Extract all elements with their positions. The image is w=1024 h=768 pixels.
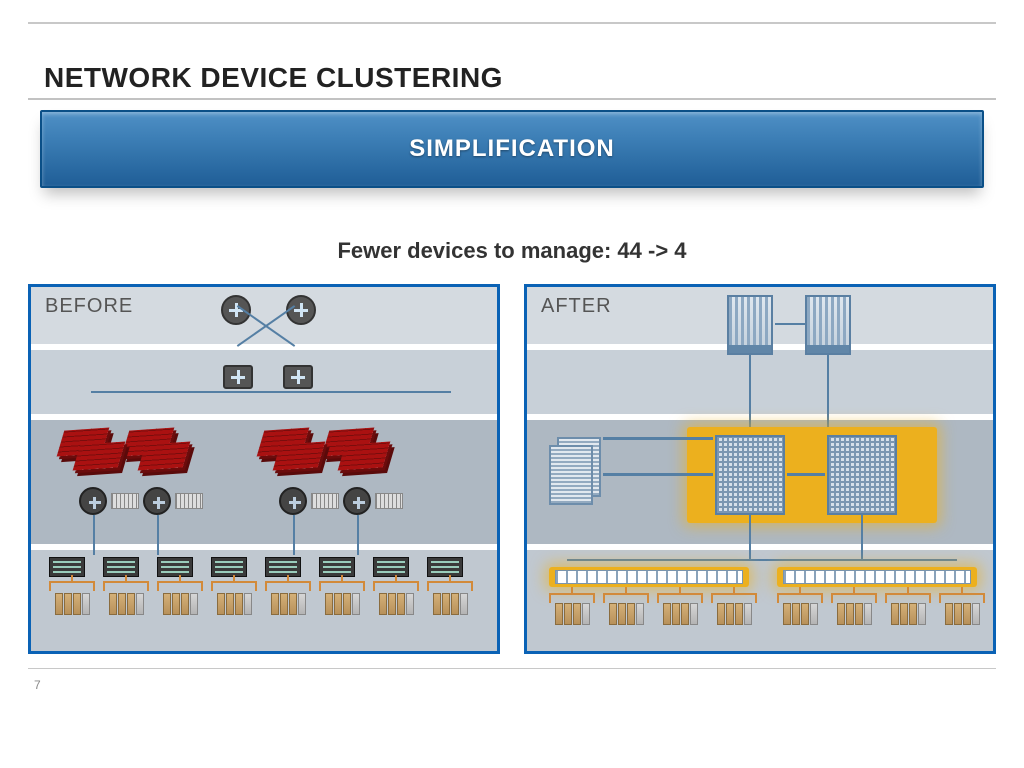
access-column xyxy=(373,557,419,615)
page-number: 7 xyxy=(34,678,41,692)
comparison-panels: BEFORE xyxy=(28,284,996,654)
access-switch-icon xyxy=(49,557,85,577)
core-switch-icon xyxy=(223,365,253,389)
load-balancer-icon xyxy=(111,493,139,509)
firewall-icon xyxy=(342,443,386,469)
top-divider xyxy=(28,22,996,24)
banner: SIMPLIFICATION xyxy=(40,110,984,188)
server-group xyxy=(777,593,823,625)
side-chassis-icon xyxy=(549,445,593,505)
access-column xyxy=(265,557,311,615)
server-group xyxy=(885,593,931,625)
access-column xyxy=(49,557,95,615)
core-switch-icon xyxy=(283,365,313,389)
distribution-switch-icon xyxy=(79,487,107,515)
core-chassis-icon xyxy=(727,295,773,355)
panel-before: BEFORE xyxy=(28,284,500,654)
panel-after: AFTER xyxy=(524,284,996,654)
rack-switch-icon xyxy=(555,570,743,584)
rack-switch-icon xyxy=(783,570,971,584)
router-icon xyxy=(221,295,251,325)
access-column xyxy=(157,557,203,615)
firewall-icon xyxy=(142,443,186,469)
server-group xyxy=(657,593,703,625)
firewall-icon xyxy=(277,443,321,469)
access-column xyxy=(319,557,365,615)
subhead: Fewer devices to manage: 44 -> 4 xyxy=(0,238,1024,264)
access-column xyxy=(211,557,257,615)
panel-after-label: AFTER xyxy=(541,295,612,318)
core-chassis-icon xyxy=(805,295,851,355)
load-balancer-icon xyxy=(175,493,203,509)
page-title: NETWORK DEVICE CLUSTERING xyxy=(44,62,503,94)
server-group xyxy=(831,593,877,625)
load-balancer-icon xyxy=(311,493,339,509)
firewall-icon xyxy=(77,443,121,469)
panel-before-label: BEFORE xyxy=(45,295,133,318)
server-group xyxy=(939,593,985,625)
distribution-switch-icon xyxy=(279,487,307,515)
footer-divider xyxy=(28,668,996,669)
aggregation-chassis-icon xyxy=(827,435,897,515)
distribution-switch-icon xyxy=(143,487,171,515)
title-divider xyxy=(28,98,996,100)
server-group xyxy=(603,593,649,625)
server-group xyxy=(711,593,757,625)
distribution-switch-icon xyxy=(343,487,371,515)
access-column xyxy=(427,557,473,615)
aggregation-chassis-icon xyxy=(715,435,785,515)
server-group xyxy=(549,593,595,625)
load-balancer-icon xyxy=(375,493,403,509)
banner-label: SIMPLIFICATION xyxy=(409,135,615,163)
access-column xyxy=(103,557,149,615)
